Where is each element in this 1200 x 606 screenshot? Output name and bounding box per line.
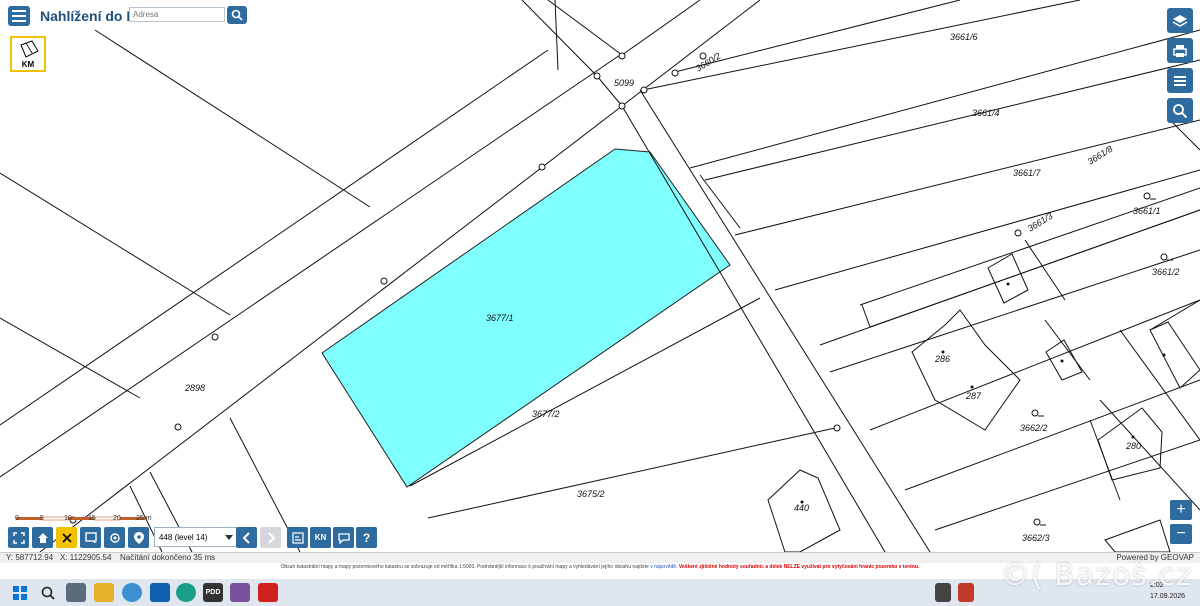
coord-x: X: 1122905.54 [60, 553, 112, 562]
parcel-label: 3661/7 [1013, 168, 1042, 178]
full-extent-button[interactable] [8, 527, 29, 548]
parcel-label: 3661/4 [972, 108, 1000, 118]
map-pin-icon [133, 531, 144, 544]
zoom-in-button[interactable]: + [1170, 500, 1192, 520]
help-label: ? [362, 530, 371, 545]
windows-icon [13, 585, 27, 600]
scale-bar: 0 5 10 15 20 25 m [15, 509, 152, 527]
km-label: KM [21, 60, 35, 69]
tray-app-icon[interactable] [935, 583, 951, 602]
tray-app-icon[interactable] [958, 583, 974, 602]
parcel-label: 3661/1 [1133, 206, 1161, 216]
feedback-button[interactable] [333, 527, 354, 548]
parcel-label: 3675/2 [577, 489, 605, 499]
parcel-label: 3662/2 [1020, 423, 1048, 433]
zoom-out-button[interactable]: − [1170, 524, 1192, 544]
menu-button[interactable] [8, 6, 30, 26]
coord-y: Y: 587712.94 [6, 553, 54, 562]
acrobat-icon[interactable] [258, 583, 278, 602]
parcel-label: 440 [794, 503, 809, 513]
scale-label: 10 [64, 515, 72, 522]
parcel-info-icon [291, 531, 304, 544]
address-search-button[interactable] [227, 6, 247, 24]
file-explorer-icon[interactable] [94, 583, 114, 602]
parcel-label: 5099 [614, 78, 634, 88]
parcel-label: 3661/6 [950, 32, 978, 42]
scale-label: 25 m [136, 515, 152, 522]
parcel-label: 286 [934, 354, 950, 364]
map-sheet-icon [20, 40, 39, 58]
taskbar-search[interactable] [38, 583, 58, 602]
parcel-label: 3662/3 [1022, 533, 1050, 543]
start-button[interactable] [10, 583, 30, 602]
place-marker-button[interactable] [128, 527, 149, 548]
task-view-icon[interactable] [66, 583, 86, 602]
previous-view-button[interactable] [236, 527, 257, 548]
kn-button[interactable]: KN [310, 527, 331, 548]
top-bar: Nahlížení do KN [8, 6, 147, 26]
parcel-label: 3677/2 [532, 409, 560, 419]
pdd-app-icon[interactable]: PDD [203, 583, 223, 602]
scale-label: 5 [40, 515, 44, 522]
km-layer-button[interactable]: KM [10, 36, 46, 72]
crosshair-icon [109, 532, 120, 543]
close-icon [61, 532, 72, 543]
box-zoom-button[interactable] [80, 527, 101, 548]
legend-icon [1174, 75, 1186, 86]
home-icon [37, 532, 48, 543]
cancel-selection-button[interactable] [56, 527, 77, 548]
search-icon [41, 586, 55, 600]
chevron-down-icon [225, 535, 233, 540]
search-icon [1173, 103, 1188, 118]
help-link[interactable]: v nápovědě. [650, 564, 677, 570]
parcel-label: 3661/2 [1152, 267, 1180, 277]
parcel-label: 3677/1 [486, 313, 514, 323]
search-tool-button[interactable] [1167, 98, 1193, 123]
parcel-label: 280 [1125, 441, 1141, 451]
home-button[interactable] [32, 527, 53, 548]
disclaimer-warning: Veškeré zjištěné hodnoty souřadnic a dél… [678, 564, 920, 570]
zoom-level-value: 448 (level 14) [159, 532, 208, 542]
legend-button[interactable] [1167, 68, 1193, 93]
chevron-right-icon [267, 531, 275, 544]
map-parcel-button[interactable] [287, 527, 308, 548]
watermark: ©( Bazoš.cz [1000, 558, 1193, 593]
expand-icon [12, 531, 25, 544]
print-button[interactable] [1167, 38, 1193, 63]
speech-bubble-icon [337, 532, 350, 544]
parcel-label: 287 [965, 391, 982, 401]
box-select-icon [84, 531, 97, 543]
kn-label: KN [314, 533, 327, 542]
parcel-label: 2898 [184, 383, 205, 393]
layers-icon [1172, 14, 1188, 27]
scale-ruler [16, 516, 145, 521]
browser-icon[interactable] [122, 583, 142, 602]
chevron-left-icon [242, 531, 250, 544]
scale-label: 15 [88, 515, 96, 522]
help-button[interactable]: ? [356, 527, 377, 548]
locate-button[interactable] [104, 527, 125, 548]
address-input[interactable] [129, 7, 225, 22]
cadastral-map[interactable]: 3661/6 5099 3660/2 3661/4 3661/7 3661/8 … [0, 0, 1200, 552]
search-icon [231, 9, 243, 21]
scale-label: 20 [113, 515, 121, 522]
scale-label: 0 [15, 515, 19, 522]
pdd-label: PDD [205, 589, 221, 596]
outlook-icon[interactable] [150, 583, 170, 602]
next-view-button[interactable] [260, 527, 281, 548]
layers-button[interactable] [1167, 8, 1193, 33]
load-status: Načítání dokončeno 35 ms [120, 553, 216, 562]
zoom-level-select[interactable]: 448 (level 14) [154, 527, 238, 547]
app-icon[interactable] [230, 583, 250, 602]
disclaimer-text: Obsah katastrální mapy a mapy pozemkovéh… [280, 564, 649, 570]
print-icon [1173, 44, 1187, 57]
clock-date: 17.09.2026 [1150, 593, 1186, 600]
edge-icon[interactable] [176, 583, 196, 602]
